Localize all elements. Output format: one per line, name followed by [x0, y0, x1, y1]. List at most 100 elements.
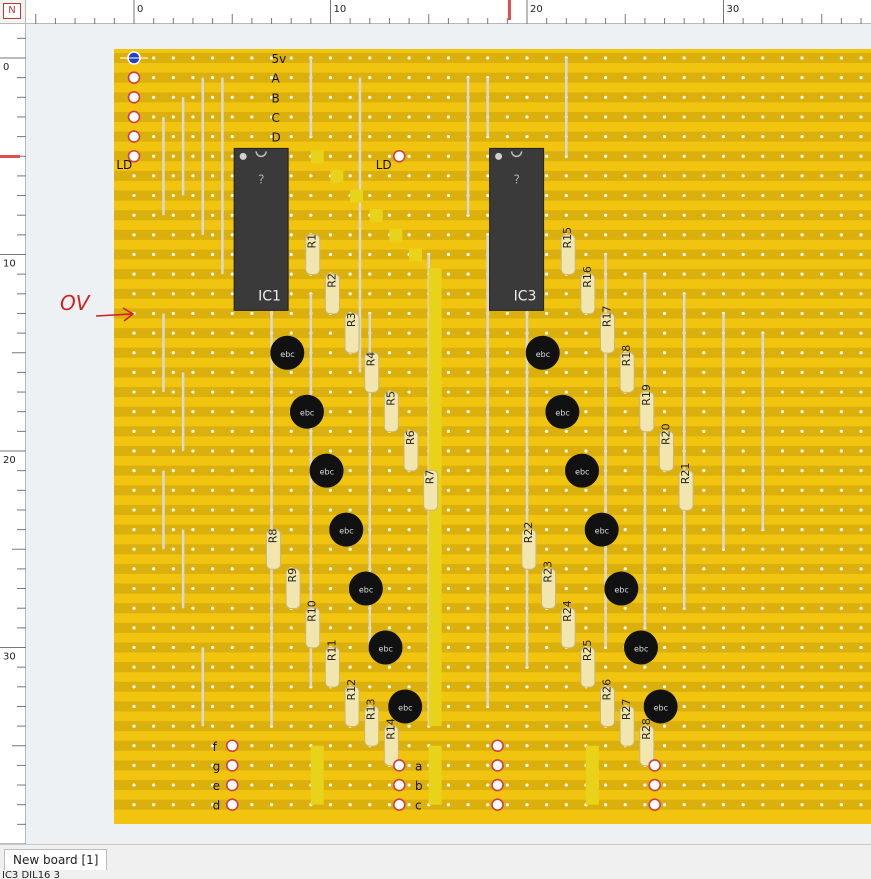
board-hole [820, 685, 824, 689]
board-hole [289, 115, 293, 119]
board-hole [191, 154, 195, 158]
board-hole [780, 645, 785, 650]
board-hole [230, 665, 234, 669]
board-hole [328, 76, 333, 80]
board-hole [702, 429, 706, 433]
board-hole [623, 567, 627, 571]
board-hole [761, 547, 765, 551]
board-hole [839, 626, 844, 630]
board-hole [211, 331, 215, 335]
board-hole [230, 429, 234, 433]
board-hole [132, 174, 136, 178]
board-hole [859, 213, 863, 217]
horizontal-ruler: 0 10 20 30 [26, 0, 871, 24]
board-hole [289, 370, 293, 374]
board-hole [427, 213, 431, 217]
units-button[interactable]: N [3, 3, 21, 19]
board-hole [171, 76, 175, 80]
board-hole [505, 56, 509, 60]
corner-toggle[interactable]: N [0, 0, 26, 24]
board-hole [230, 174, 234, 178]
vertical-ruler-svg: 0 10 20 30 [0, 37, 26, 845]
board-hole [132, 410, 136, 414]
connection-pad [392, 798, 406, 812]
board-hole [702, 469, 706, 473]
board-hole [820, 292, 824, 296]
board-hole [446, 370, 450, 374]
board-hole [407, 272, 411, 276]
board-hole [820, 763, 824, 768]
board-hole [741, 763, 745, 768]
board-hole [328, 95, 333, 99]
board-hole [328, 626, 333, 630]
board-hole [250, 744, 254, 748]
board-hole [859, 76, 863, 80]
board-hole [780, 135, 785, 139]
board-hole [741, 528, 745, 532]
board-hole [800, 76, 804, 80]
board-hole [839, 469, 844, 473]
board-hole [505, 586, 509, 591]
board-hole [761, 272, 765, 276]
tab-new-board[interactable]: New board [1] [4, 849, 108, 871]
board-hole [839, 135, 844, 139]
board-hole [780, 292, 785, 296]
board-hole [191, 606, 195, 610]
board-hole [152, 665, 156, 669]
board-hole [800, 252, 804, 257]
board-hole [839, 95, 844, 99]
board-hole [741, 645, 745, 650]
board-hole [152, 410, 156, 414]
board-hole [191, 115, 195, 119]
copper-strip [114, 111, 871, 122]
board-hole [545, 233, 549, 237]
board-hole [466, 783, 470, 787]
board-hole [250, 429, 254, 433]
board-hole [446, 193, 450, 198]
board-hole [741, 174, 745, 178]
board-hole [525, 135, 529, 139]
board-hole [564, 547, 568, 551]
board-hole [623, 76, 627, 80]
connection-pad [127, 110, 141, 124]
document-tab-bar: New board [1] [0, 844, 871, 871]
copper-strip [114, 465, 871, 476]
board-hole [820, 744, 824, 748]
board-hole [152, 331, 156, 335]
board-hole [152, 351, 156, 355]
board-hole [839, 488, 844, 492]
board-canvas[interactable]: ? IC1? IC3 R1 R2 R3 R4 R5 R6 R7 R8 R9 R10 R11 R12 R13 R1… [26, 24, 871, 844]
board-hole [250, 410, 254, 414]
stripboard[interactable]: ? IC1? IC3 R1 R2 R3 R4 R5 R6 R7 R8 R9 R10 R11 R12 R13 R1… [26, 24, 871, 844]
board-hole [800, 429, 804, 433]
board-hole [171, 390, 175, 394]
copper-strip [114, 131, 871, 142]
board-hole [741, 508, 745, 512]
board-hole [407, 390, 411, 394]
board-hole [859, 154, 863, 158]
board-hole [662, 488, 667, 492]
board-hole [721, 76, 726, 80]
board-hole [348, 547, 352, 551]
board-hole [545, 56, 549, 60]
board-hole [132, 488, 136, 492]
board-hole [839, 528, 844, 532]
board-hole [721, 213, 726, 217]
board-hole [761, 135, 765, 139]
board-hole [328, 567, 333, 571]
board-hole [368, 115, 372, 119]
board-hole [446, 331, 450, 335]
board-hole [623, 626, 627, 630]
board-hole [446, 508, 450, 512]
board-hole [820, 626, 824, 630]
transistor-pins: ebc [359, 586, 373, 595]
board-hole [486, 724, 490, 728]
transistor-pins: ebc [339, 527, 353, 536]
board-hole [662, 606, 667, 610]
board-hole [289, 213, 293, 217]
net-label: d [213, 799, 221, 813]
board-hole [407, 803, 411, 807]
board-hole [800, 528, 804, 532]
board-hole [761, 567, 765, 571]
board-hole [662, 331, 667, 335]
